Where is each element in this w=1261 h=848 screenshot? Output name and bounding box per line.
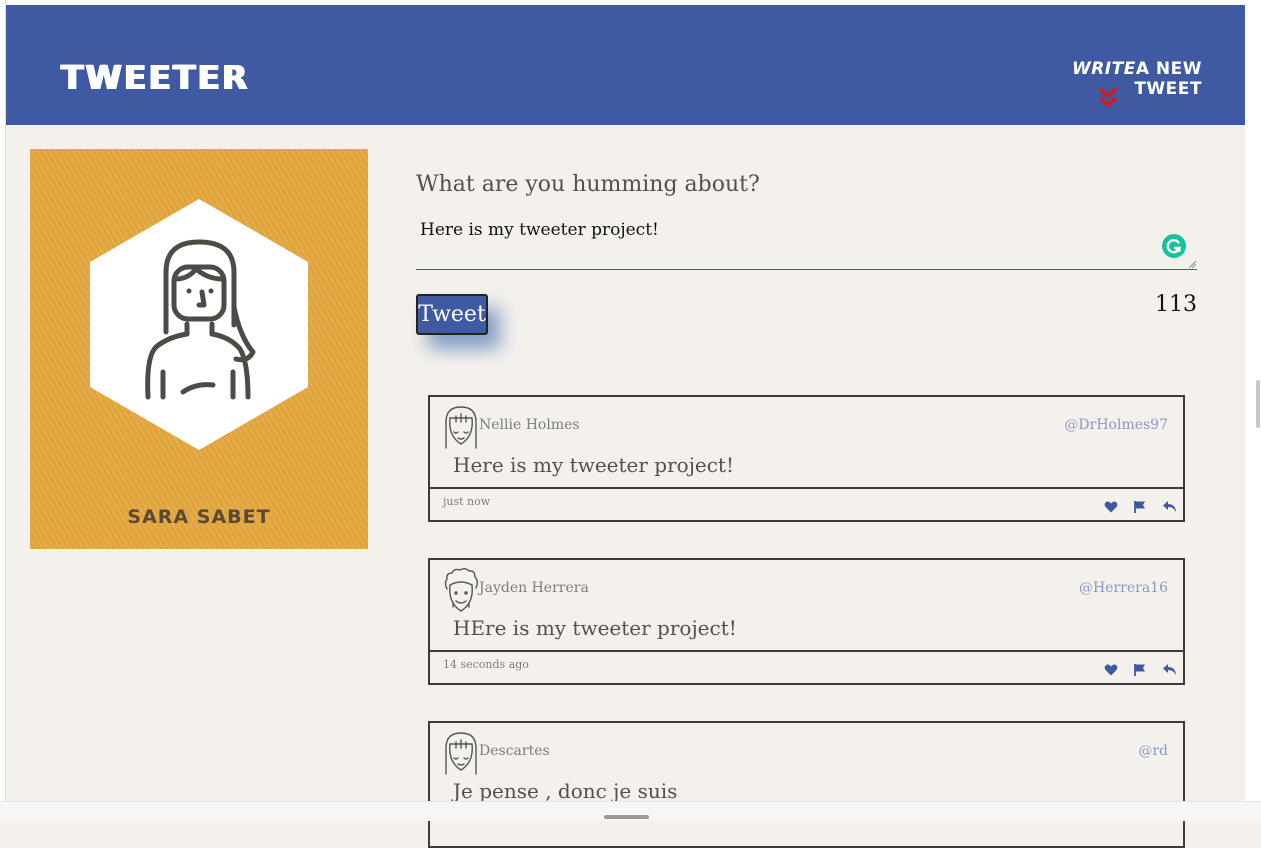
char-counter: 113 — [1155, 292, 1197, 317]
tweet-author-name: Jayden Herrera — [479, 580, 589, 596]
tweet-author-handle[interactable]: @DrHolmes97 — [1064, 417, 1168, 433]
tweet-timestamp: just now — [443, 495, 491, 508]
tweet-button[interactable]: Tweet — [416, 294, 488, 335]
scrollbar-thumb[interactable] — [1256, 380, 1260, 428]
tweet-actions — [1096, 499, 1178, 515]
heart-icon[interactable] — [1104, 499, 1120, 513]
tweet-divider — [430, 650, 1183, 652]
compose-write-label: WRITE — [1071, 59, 1136, 79]
user-avatar-icon — [445, 406, 477, 449]
tweet-author-name: Nellie Holmes — [479, 417, 580, 433]
tweet-author-name: Descartes — [479, 743, 550, 759]
heart-icon[interactable] — [1104, 662, 1120, 676]
user-avatar-icon — [444, 568, 478, 612]
profile-avatar — [90, 199, 308, 450]
profile-card: SARA SABET — [30, 149, 368, 549]
tweet-textarea[interactable] — [416, 212, 1197, 270]
flag-icon[interactable] — [1133, 662, 1149, 676]
user-avatar-icon — [445, 732, 477, 775]
tweet-timestamp: 14 seconds ago — [443, 658, 529, 671]
tweet-author-handle[interactable]: @Herrera16 — [1079, 580, 1168, 596]
profile-name: SARA SABET — [127, 506, 271, 528]
tweet-text: Here is my tweeter project! — [453, 453, 735, 477]
grammarly-icon[interactable] — [1162, 234, 1186, 258]
brand-logo: TWEETER — [61, 58, 250, 97]
tweet-card: Descartes @rd Je pense , donc je suis — [428, 721, 1185, 848]
resize-grip-icon[interactable] — [1189, 261, 1196, 268]
tweet-text: Je pense , donc je suis — [453, 779, 678, 803]
composer-prompt: What are you humming about? — [416, 172, 760, 197]
retweet-icon[interactable] — [1162, 499, 1178, 513]
tweet-actions — [1096, 662, 1178, 678]
top-nav: TWEETER WRITEA NEW TWEET — [6, 5, 1245, 125]
compose-rest-label: A NEW TWEET — [1134, 59, 1202, 99]
tweet-card: Nellie Holmes @DrHolmes97 Here is my twe… — [428, 395, 1185, 522]
tweet-card: Jayden Herrera @Herrera16 HEre is my twe… — [428, 558, 1185, 685]
double-chevron-down-icon[interactable] — [1098, 87, 1118, 111]
tweet-text: HEre is my tweeter project! — [453, 616, 737, 640]
flag-icon[interactable] — [1133, 499, 1149, 513]
tweet-divider — [430, 487, 1183, 489]
tweet-author-handle[interactable]: @rd — [1138, 743, 1168, 759]
bottom-drag-handle[interactable] — [604, 815, 649, 819]
retweet-icon[interactable] — [1162, 662, 1178, 676]
